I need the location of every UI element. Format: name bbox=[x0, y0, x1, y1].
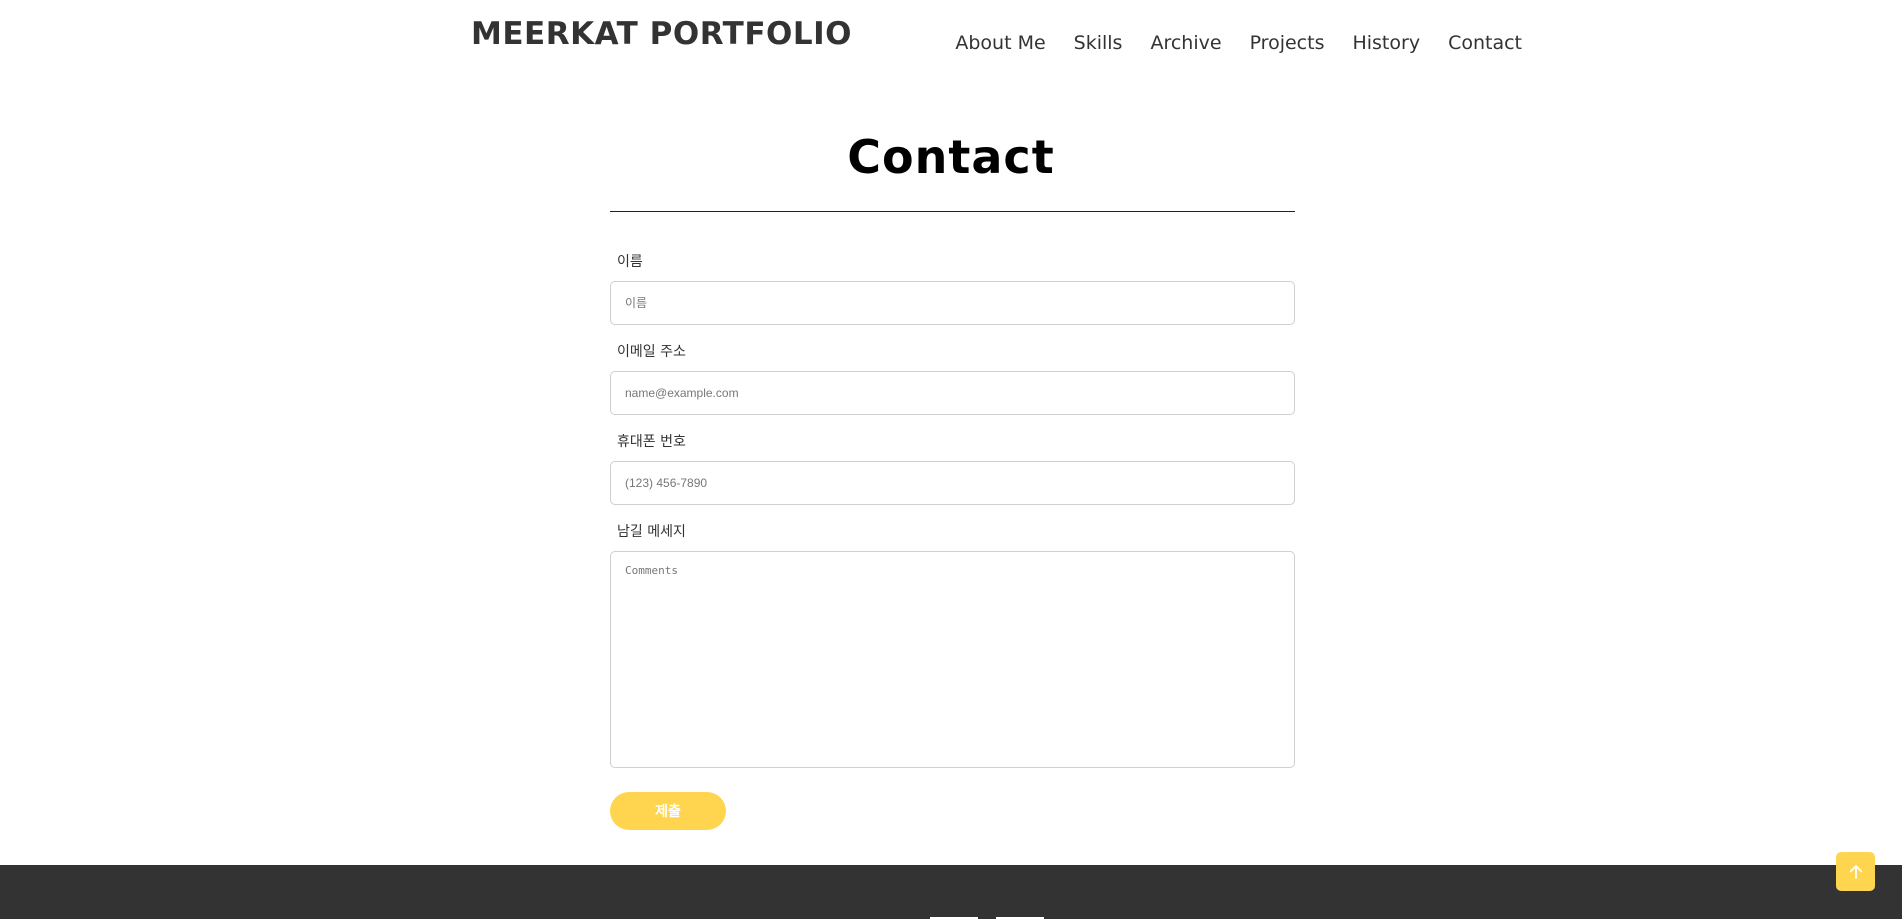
nav-skills[interactable]: Skills bbox=[1060, 29, 1137, 57]
footer bbox=[0, 865, 1902, 919]
scroll-top-button[interactable] bbox=[1836, 852, 1875, 891]
name-input[interactable] bbox=[610, 281, 1295, 325]
nav-archive[interactable]: Archive bbox=[1136, 29, 1235, 57]
section-title: Contact bbox=[847, 130, 1055, 184]
nav-contact[interactable]: Contact bbox=[1434, 29, 1522, 57]
main-nav: About Me Skills Archive Projects History… bbox=[941, 29, 1522, 57]
contact-form: 이름 이메일 주소 휴대폰 번호 남길 메세지 제출 bbox=[610, 252, 1295, 830]
page: MEERKAT PORTFOLIO About Me Skills Archiv… bbox=[0, 0, 1902, 919]
phone-label: 휴대폰 번호 bbox=[617, 434, 686, 450]
title-divider bbox=[610, 211, 1295, 212]
message-label: 남길 메세지 bbox=[617, 524, 686, 540]
email-input[interactable] bbox=[610, 371, 1295, 415]
phone-input[interactable] bbox=[610, 461, 1295, 505]
brand-logo[interactable]: MEERKAT PORTFOLIO bbox=[471, 16, 852, 52]
nav-about-me[interactable]: About Me bbox=[941, 29, 1059, 57]
nav-projects[interactable]: Projects bbox=[1236, 29, 1339, 57]
message-textarea[interactable] bbox=[610, 551, 1295, 768]
email-label: 이메일 주소 bbox=[617, 344, 686, 360]
nav-history[interactable]: History bbox=[1338, 29, 1434, 57]
submit-button[interactable]: 제출 bbox=[610, 792, 726, 830]
name-label: 이름 bbox=[617, 254, 643, 270]
arrow-up-icon bbox=[1849, 864, 1862, 879]
